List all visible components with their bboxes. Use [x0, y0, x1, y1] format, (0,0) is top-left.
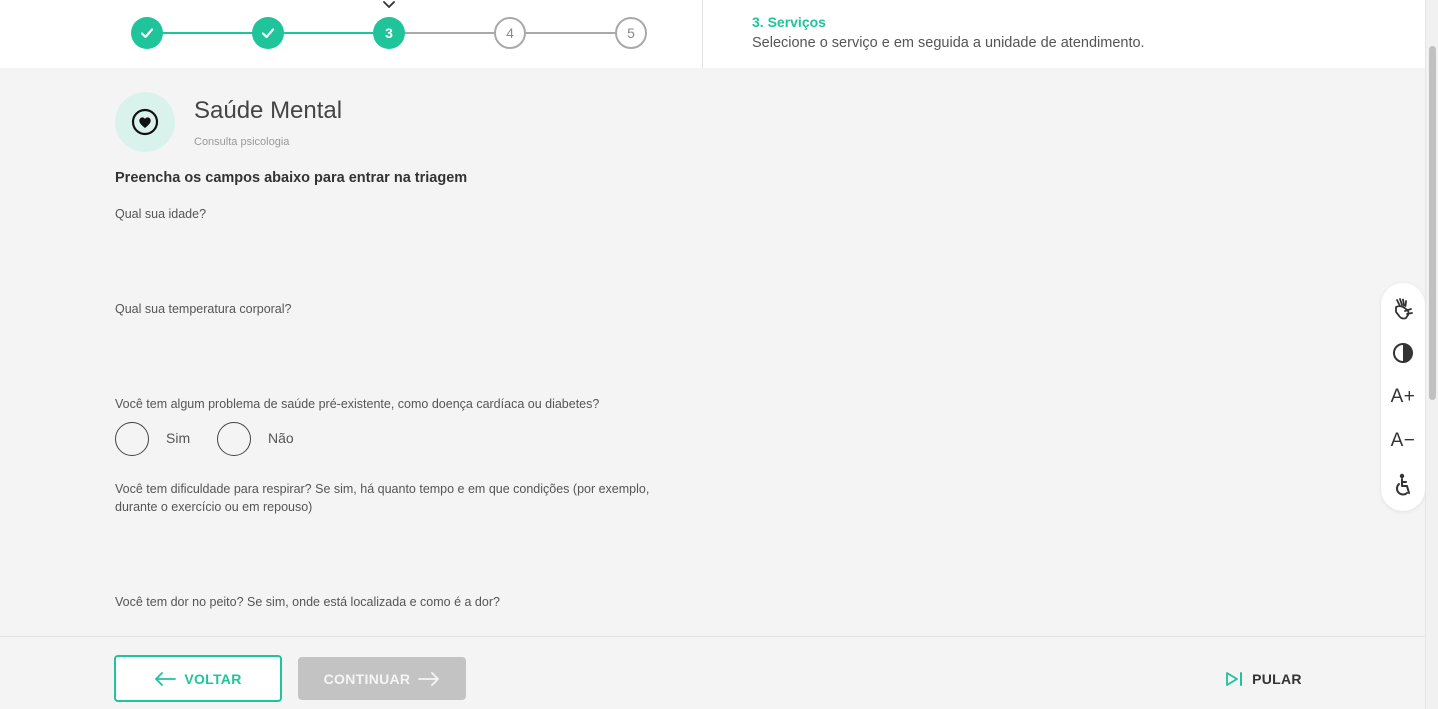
step-4[interactable]: 4 — [494, 17, 526, 49]
step-5[interactable]: 5 — [615, 17, 647, 49]
current-step-description: Selecione o serviço e em seguida a unida… — [752, 35, 1145, 51]
question-chest-pain: Você tem dor no peito? Se sim, onde está… — [115, 595, 500, 609]
question-preexisting: Você tem algum problema de saúde pré-exi… — [115, 397, 600, 411]
arrow-right-icon — [418, 671, 440, 686]
back-button-label: VOLTAR — [184, 670, 242, 687]
back-button[interactable]: VOLTAR — [114, 655, 282, 702]
continue-button[interactable]: CONTINUAR — [298, 657, 466, 700]
service-icon-badge — [115, 92, 175, 152]
accessibility-toolbar: A+ A− — [1381, 283, 1425, 511]
contrast-icon — [1393, 343, 1413, 363]
form-heading: Preencha os campos abaixo para entrar na… — [115, 170, 468, 186]
radio-nao[interactable] — [217, 422, 251, 456]
header-divider — [702, 0, 703, 68]
step-1-complete[interactable] — [131, 17, 163, 49]
heart-icon — [131, 108, 159, 136]
service-subtitle: Consulta psicologia — [194, 136, 290, 148]
radio-nao-label[interactable]: Não — [268, 430, 294, 446]
check-icon — [261, 28, 275, 39]
sign-language-icon — [1395, 298, 1413, 320]
accessibility-mode-button[interactable] — [1381, 467, 1425, 503]
top-bar: 3 4 5 3. Serviços Selecione o serviço e … — [0, 0, 1425, 68]
service-title: Saúde Mental — [194, 97, 343, 124]
scrollbar-thumb[interactable] — [1429, 46, 1436, 400]
font-increase-label: A+ — [1390, 386, 1416, 407]
radio-sim[interactable] — [115, 422, 149, 456]
check-icon — [140, 28, 154, 39]
wheelchair-icon — [1396, 473, 1410, 496]
page-scrollbar[interactable] — [1425, 0, 1438, 709]
font-increase-button[interactable]: A+ — [1381, 379, 1425, 415]
skip-button-label: PULAR — [1252, 670, 1302, 687]
step-2-complete[interactable] — [252, 17, 284, 49]
skip-button[interactable]: PULAR — [1218, 657, 1308, 700]
radio-sim-label[interactable]: Sim — [166, 430, 190, 446]
current-step-title: 3. Serviços — [752, 14, 826, 30]
progress-stepper: 3 4 5 — [131, 17, 647, 49]
sign-language-button[interactable] — [1381, 291, 1425, 327]
continue-button-label: CONTINUAR — [323, 670, 411, 687]
contrast-button[interactable] — [1381, 335, 1425, 371]
step-3-current[interactable]: 3 — [373, 17, 405, 49]
chevron-down-icon — [383, 1, 395, 8]
question-breathing: Você tem dificuldade para respirar? Se s… — [115, 482, 650, 514]
font-decrease-button[interactable]: A− — [1381, 423, 1425, 459]
question-age: Qual sua idade? — [115, 207, 207, 221]
footer-bar: VOLTAR CONTINUAR PULAR — [0, 636, 1425, 709]
arrow-left-icon — [155, 671, 177, 686]
font-decrease-label: A− — [1390, 430, 1416, 451]
skip-icon — [1226, 671, 1243, 686]
question-temperature: Qual sua temperatura corporal? — [115, 302, 292, 316]
